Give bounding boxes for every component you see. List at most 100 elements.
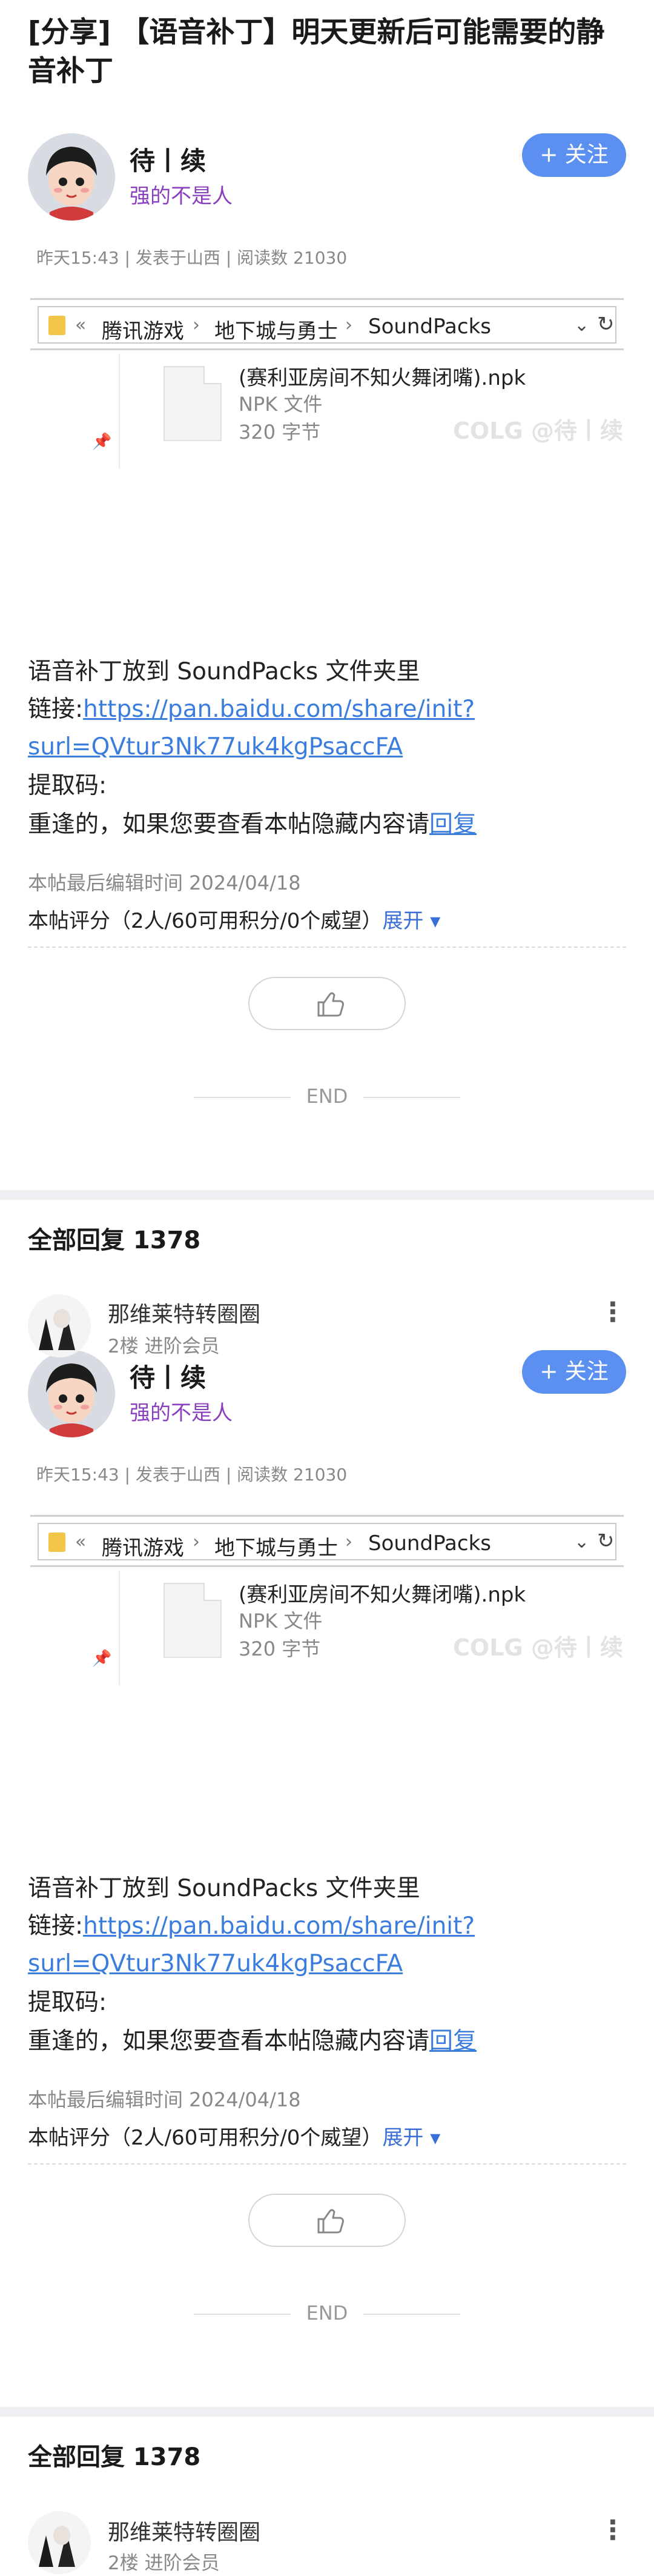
reply-author-name[interactable]: 那维莱特转圈圈 xyxy=(108,2515,260,2546)
link-label: 链接: xyxy=(28,1912,84,1940)
file-size: 320 字节 xyxy=(239,1637,321,1660)
reply-floor-info: 2楼 进阶会员 xyxy=(108,1336,220,1357)
more-options-icon[interactable]: ⋮ xyxy=(600,2515,626,2546)
page: [分享] 【语音补丁】明天更新后可能需要的静音补丁 待丨续 强的不是人 + 关注… xyxy=(0,0,654,2576)
post-rating: 本帖评分（2人/60可用积分/0个威望）展开 ▾ xyxy=(28,2121,440,2151)
breadcrumb-item: SoundPacks xyxy=(368,315,491,339)
hidden-content-notice: 重逢的，如果您要查看本帖隐藏内容请回复 xyxy=(28,806,477,844)
chevron-down-icon: ⌄ xyxy=(574,315,590,336)
breadcrumb-item: SoundPacks xyxy=(368,1531,491,1556)
follow-button[interactable]: + 关注 xyxy=(522,133,626,177)
address-bar: « 腾讯游戏 › 地下城与勇士 › SoundPacks ⌄ ↻ xyxy=(38,306,616,344)
content-link-line: surl=QVtur3Nk77uk4kgPsaccFA xyxy=(28,728,403,766)
content-link-line: 链接:https://pan.baidu.com/share/init? xyxy=(28,1908,475,1945)
rating-text: 本帖评分（2人/60可用积分/0个威望） xyxy=(28,909,383,933)
reply-avatar[interactable] xyxy=(28,2511,91,2574)
author-name[interactable]: 待丨续 xyxy=(130,141,206,178)
post-meta: 昨天15:43 | 发表于山西 | 阅读数 21030 xyxy=(36,248,348,268)
divider xyxy=(119,1571,120,1686)
extraction-code-label: 提取码: xyxy=(28,772,107,799)
hidden-notice-text: 重逢的，如果您要查看本帖隐藏内容请 xyxy=(28,811,430,838)
chevron-right-icon: › xyxy=(345,1531,352,1553)
divider xyxy=(363,1097,460,1098)
breadcrumb-item: 腾讯游戏 xyxy=(102,1536,184,1560)
reply-floor-info: 2楼 进阶会员 xyxy=(108,2552,220,2574)
watermark: COLG @待丨续 xyxy=(453,1634,623,1661)
reply-avatar[interactable] xyxy=(28,1294,91,1357)
chevron-right-icon: › xyxy=(193,315,200,336)
back-icon: « xyxy=(75,1531,87,1553)
reply-author-name[interactable]: 那维莱特转圈圈 xyxy=(108,1297,260,1328)
chevron-right-icon: › xyxy=(193,1531,200,1553)
author-title: 强的不是人 xyxy=(130,1401,233,1425)
avatar[interactable] xyxy=(28,133,115,221)
pin-icon: 📌 xyxy=(92,1649,112,1668)
hidden-content-notice: 重逢的，如果您要查看本帖隐藏内容请回复 xyxy=(28,2023,477,2060)
post-block-1: 待丨续 强的不是人 + 关注 昨天15:43 | 发表于山西 | 阅读数 210… xyxy=(0,0,654,1218)
extraction-code-label: 提取码: xyxy=(28,1989,107,2016)
file-size: 320 字节 xyxy=(239,421,321,444)
content-link-line: 链接:https://pan.baidu.com/share/init? xyxy=(28,691,475,728)
replies-header: 全部回复 1378 xyxy=(28,2443,201,2471)
refresh-icon: ↻ xyxy=(597,1529,615,1553)
author-name[interactable]: 待丨续 xyxy=(130,1357,206,1394)
rating-expand-button[interactable]: 展开 ▾ xyxy=(382,2126,440,2150)
refresh-icon: ↻ xyxy=(597,312,615,336)
end-label: END xyxy=(306,2301,348,2325)
file-name: (赛利亚房间不知火舞闭嘴).npk xyxy=(239,366,526,390)
breadcrumb-item: 腾讯游戏 xyxy=(102,319,184,344)
hidden-notice-text: 重逢的，如果您要查看本帖隐藏内容请 xyxy=(28,2028,430,2055)
share-link[interactable]: https://pan.baidu.com/share/init? xyxy=(83,1912,475,1940)
post-block-2: 待丨续 强的不是人 + 关注 昨天15:43 | 发表于山西 | 阅读数 210… xyxy=(0,1217,654,2435)
share-link[interactable]: surl=QVtur3Nk77uk4kgPsaccFA xyxy=(28,733,403,760)
more-options-icon[interactable]: ⋮ xyxy=(600,1297,626,1328)
content-link-line: surl=QVtur3Nk77uk4kgPsaccFA xyxy=(28,1945,403,1983)
file-type: NPK 文件 xyxy=(239,393,323,416)
content-line: 语音补丁放到 SoundPacks 文件夹里 xyxy=(28,658,420,685)
share-link[interactable]: surl=QVtur3Nk77uk4kgPsaccFA xyxy=(28,1950,403,1977)
file-explorer-screenshot: « 腾讯游戏 › 地下城与勇士 › SoundPacks ⌄ ↻ xyxy=(30,298,624,350)
link-label: 链接: xyxy=(28,696,84,723)
rating-expand-button[interactable]: 展开 ▾ xyxy=(382,909,440,933)
watermark: COLG @待丨续 xyxy=(453,418,623,444)
rating-text: 本帖评分（2人/60可用积分/0个威望） xyxy=(28,2126,383,2150)
breadcrumb-item: 地下城与勇士 xyxy=(214,319,338,344)
edit-note: 本帖最后编辑时间 2024/04/18 xyxy=(28,871,301,894)
divider xyxy=(28,947,626,948)
breadcrumb-item: 地下城与勇士 xyxy=(214,1536,338,1560)
follow-button[interactable]: + 关注 xyxy=(522,1350,626,1394)
thumbs-up-icon xyxy=(317,2209,344,2234)
edit-note: 本帖最后编辑时间 2024/04/18 xyxy=(28,2088,301,2111)
file-name: (赛利亚房间不知火舞闭嘴).npk xyxy=(239,1583,526,1607)
thumbs-up-icon xyxy=(317,992,344,1017)
content-line: 语音补丁放到 SoundPacks 文件夹里 xyxy=(28,1875,420,1902)
divider xyxy=(28,2163,626,2165)
end-marker: END xyxy=(0,2301,654,2326)
pin-icon: 📌 xyxy=(92,433,112,451)
like-button[interactable] xyxy=(248,977,406,1030)
file-explorer-screenshot: « 腾讯游戏 › 地下城与勇士 › SoundPacks ⌄ ↻ xyxy=(30,1515,624,1567)
folder-icon xyxy=(48,1533,65,1552)
avatar[interactable] xyxy=(28,1350,115,1437)
section-separator xyxy=(0,2407,654,2417)
section-separator xyxy=(0,1190,654,1200)
post-rating: 本帖评分（2人/60可用积分/0个威望）展开 ▾ xyxy=(28,904,440,934)
file-icon xyxy=(164,366,222,441)
reply-link[interactable]: 回复 xyxy=(429,811,477,838)
file-type: NPK 文件 xyxy=(239,1609,323,1632)
back-icon: « xyxy=(75,315,87,336)
end-marker: END xyxy=(0,1085,654,1109)
folder-icon xyxy=(48,316,65,335)
post-meta: 昨天15:43 | 发表于山西 | 阅读数 21030 xyxy=(36,1465,348,1485)
divider xyxy=(363,2314,460,2315)
like-button[interactable] xyxy=(248,2194,406,2247)
author-title: 强的不是人 xyxy=(130,184,233,208)
chevron-right-icon: › xyxy=(345,315,352,336)
end-label: END xyxy=(306,1085,348,1108)
divider xyxy=(119,354,120,469)
address-bar: « 腾讯游戏 › 地下城与勇士 › SoundPacks ⌄ ↻ xyxy=(38,1523,616,1560)
chevron-down-icon: ⌄ xyxy=(574,1531,590,1553)
file-icon xyxy=(164,1583,222,1658)
share-link[interactable]: https://pan.baidu.com/share/init? xyxy=(83,696,475,723)
reply-link[interactable]: 回复 xyxy=(429,2028,477,2055)
